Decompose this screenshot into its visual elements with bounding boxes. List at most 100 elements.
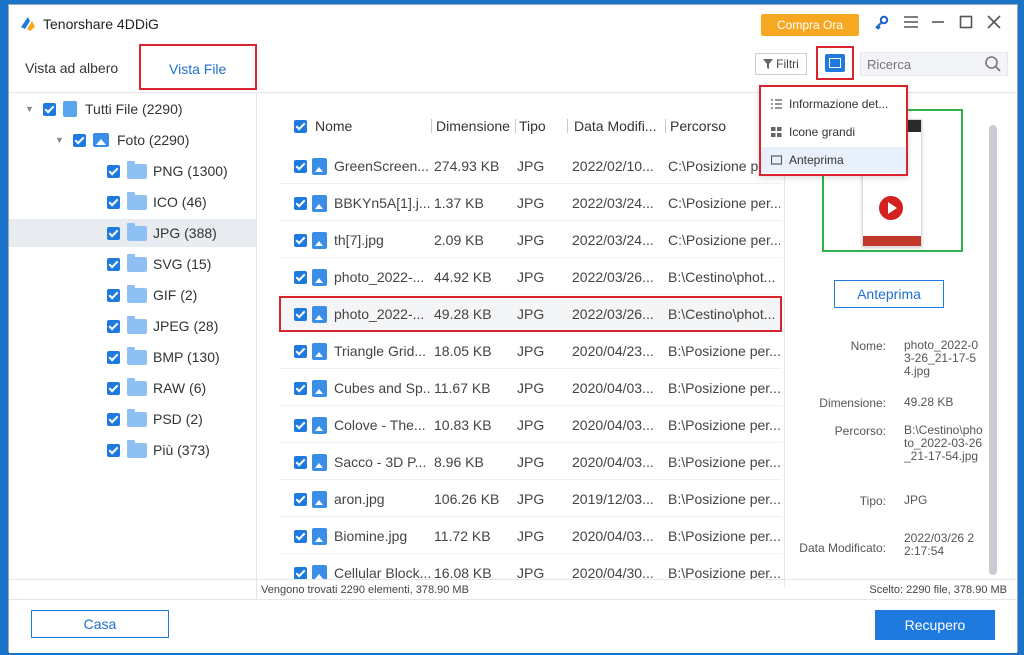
- tree-item-more[interactable]: Più (373): [107, 436, 210, 464]
- table-row[interactable]: Triangle Grid... 18.05 KB JPG 2020/04/23…: [279, 333, 782, 369]
- collapse-icon[interactable]: ▼: [25, 104, 35, 114]
- cell-size: 106.26 KB: [434, 491, 500, 507]
- checkbox[interactable]: [294, 567, 307, 579]
- cell-type: JPG: [517, 528, 545, 544]
- folder-icon: [127, 160, 147, 179]
- checkbox[interactable]: [107, 288, 120, 302]
- table-row-selected[interactable]: photo_2022-... 49.28 KB JPG 2022/03/26..…: [279, 296, 782, 332]
- table-row[interactable]: Cellular Block... 16.08 KB JPG 2020/04/3…: [279, 555, 782, 579]
- table-row[interactable]: Sacco - 3D P... 8.96 KB JPG 2020/04/03..…: [279, 444, 782, 480]
- image-icon: [93, 133, 109, 147]
- checkbox[interactable]: [107, 164, 120, 178]
- preview-button[interactable]: Anteprima: [834, 280, 944, 308]
- checkbox[interactable]: [107, 412, 120, 426]
- cell-name: Biomine.jpg: [334, 528, 408, 544]
- checkbox[interactable]: [294, 493, 307, 506]
- table-row[interactable]: BBKYn5A[1].j... 1.37 KB JPG 2022/03/24..…: [279, 185, 782, 221]
- column-path[interactable]: Percorso: [670, 109, 726, 143]
- tab-tree-view[interactable]: Vista ad albero: [25, 43, 118, 93]
- checkbox[interactable]: [294, 308, 307, 321]
- tree-item-svg[interactable]: SVG (15): [107, 250, 211, 278]
- cell-name: photo_2022-...: [334, 269, 425, 285]
- cell-path: B:\Posizione per...: [668, 565, 780, 579]
- tree-item-label: PNG (1300): [153, 163, 228, 179]
- table-row[interactable]: photo_2022-... 44.92 KB JPG 2022/03/26..…: [279, 259, 782, 295]
- checkbox[interactable]: [294, 271, 307, 284]
- checkbox[interactable]: [107, 319, 120, 333]
- checkbox[interactable]: [294, 456, 307, 469]
- folder-icon: [127, 315, 147, 334]
- view-mode-icon[interactable]: [825, 54, 845, 72]
- checkbox[interactable]: [294, 234, 307, 247]
- buy-now-button[interactable]: Compra Ora: [761, 14, 859, 36]
- image-file-icon: [312, 306, 327, 323]
- tab-file-view[interactable]: Vista File: [139, 44, 257, 90]
- tree-item-ico[interactable]: ICO (46): [107, 188, 207, 216]
- folder-icon: [127, 253, 147, 272]
- preview-path-label: Percorso:: [834, 424, 886, 438]
- search-icon[interactable]: [984, 55, 1002, 73]
- cell-size: 2.09 KB: [434, 232, 484, 248]
- maximize-icon[interactable]: [957, 15, 975, 33]
- key-icon[interactable]: [872, 15, 890, 33]
- cell-name: Sacco - 3D P...: [334, 454, 427, 470]
- play-logo-icon: [879, 196, 903, 220]
- app-title: Tenorshare 4DDiG: [43, 16, 159, 32]
- select-all-checkbox[interactable]: [294, 120, 307, 133]
- close-icon[interactable]: [985, 15, 1003, 33]
- column-type[interactable]: Tipo: [519, 109, 546, 143]
- menu-item-preview[interactable]: Anteprima: [761, 147, 906, 173]
- cell-size: 274.93 KB: [434, 158, 500, 174]
- folder-icon: [127, 191, 147, 210]
- checkbox[interactable]: [294, 530, 307, 543]
- recover-button[interactable]: Recupero: [875, 610, 995, 640]
- checkbox[interactable]: [294, 160, 307, 173]
- checkbox[interactable]: [294, 382, 307, 395]
- checkbox[interactable]: [73, 133, 86, 147]
- tree-item-photos[interactable]: ▼ Foto (2290): [55, 126, 189, 154]
- checkbox[interactable]: [294, 419, 307, 432]
- table-row[interactable]: Cubes and Sp... 11.67 KB JPG 2020/04/03.…: [279, 370, 782, 406]
- table-row[interactable]: aron.jpg 106.26 KB JPG 2019/12/03... B:\…: [279, 481, 782, 517]
- filter-label: Filtri: [776, 57, 799, 71]
- checkbox[interactable]: [294, 197, 307, 210]
- checkbox[interactable]: [107, 350, 120, 364]
- checkbox[interactable]: [107, 443, 120, 457]
- checkbox[interactable]: [294, 345, 307, 358]
- column-divider[interactable]: [567, 119, 568, 133]
- column-size[interactable]: Dimensione: [436, 109, 510, 143]
- column-divider[interactable]: [665, 119, 666, 133]
- checkbox[interactable]: [107, 195, 120, 209]
- menu-item-large-icons[interactable]: Icone grandi: [761, 119, 906, 145]
- column-divider[interactable]: [431, 119, 432, 133]
- table-row[interactable]: GreenScreen... 274.93 KB JPG 2022/02/10.…: [279, 148, 782, 184]
- tree-item-psd[interactable]: PSD (2): [107, 405, 203, 433]
- cell-name: GreenScreen...: [334, 158, 429, 174]
- image-file-icon: [312, 158, 327, 175]
- home-button[interactable]: Casa: [31, 610, 169, 638]
- table-row[interactable]: th[7].jpg 2.09 KB JPG 2022/03/24... C:\P…: [279, 222, 782, 258]
- column-name[interactable]: Nome: [315, 109, 352, 143]
- tree-item-gif[interactable]: GIF (2): [107, 281, 197, 309]
- menu-icon[interactable]: [902, 15, 920, 33]
- checkbox[interactable]: [107, 381, 120, 395]
- menu-item-details[interactable]: Informazione det...: [761, 91, 906, 117]
- preview-scrollbar[interactable]: [989, 125, 997, 575]
- minimize-icon[interactable]: [929, 15, 947, 33]
- column-date[interactable]: Data Modifi...: [574, 109, 656, 143]
- checkbox[interactable]: [43, 102, 56, 116]
- tree-item-all-files[interactable]: ▼ Tutti File (2290): [25, 95, 183, 123]
- table-row[interactable]: Biomine.jpg 11.72 KB JPG 2020/04/03... B…: [279, 518, 782, 554]
- column-divider[interactable]: [515, 119, 516, 133]
- checkbox[interactable]: [107, 257, 120, 271]
- collapse-icon[interactable]: ▼: [55, 135, 65, 145]
- image-file-icon: [312, 380, 327, 397]
- tree-item-jpg[interactable]: JPG (388): [9, 219, 256, 247]
- tree-item-jpeg[interactable]: JPEG (28): [107, 312, 218, 340]
- table-row[interactable]: Colove - The... 10.83 KB JPG 2020/04/03.…: [279, 407, 782, 443]
- tree-item-bmp[interactable]: BMP (130): [107, 343, 220, 371]
- tree-item-raw[interactable]: RAW (6): [107, 374, 206, 402]
- tree-item-png[interactable]: PNG (1300): [107, 157, 228, 185]
- checkbox[interactable]: [107, 226, 120, 240]
- filter-button[interactable]: Filtri: [755, 53, 807, 75]
